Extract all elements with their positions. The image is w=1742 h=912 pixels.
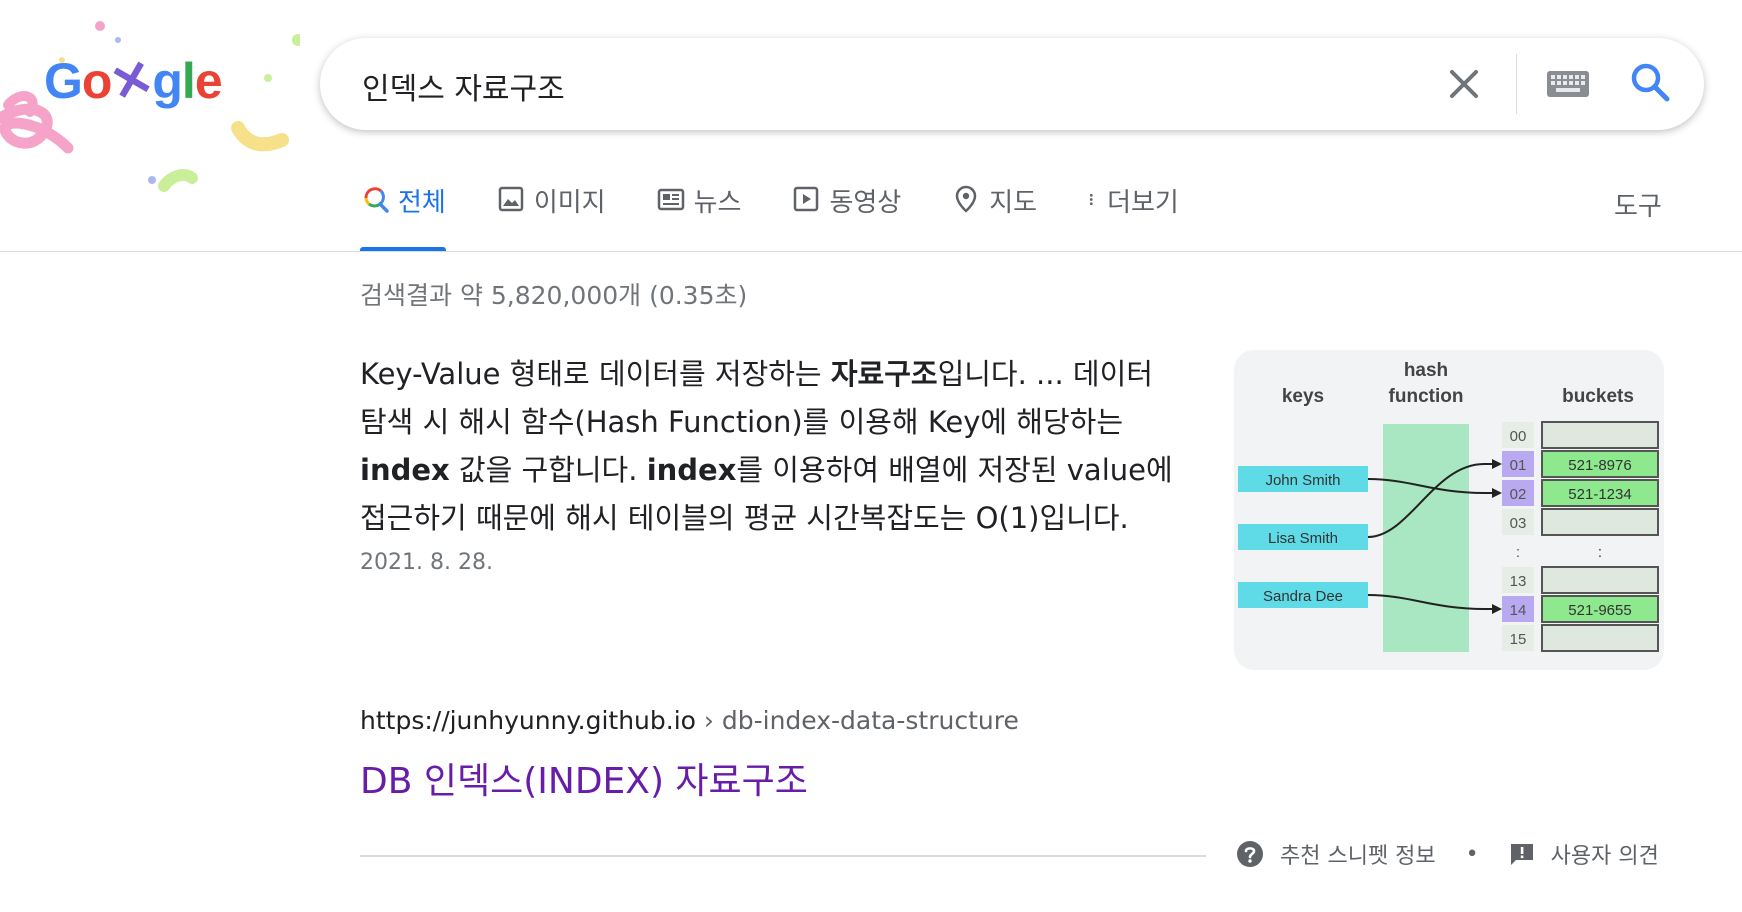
more-vert-icon [1089,193,1093,206]
diagram-key-label: Sandra Dee [1263,588,1343,605]
diagram-key-label: Lisa Smith [1268,530,1338,547]
search-icon [364,187,389,213]
tab-maps[interactable]: 지도 [951,182,1037,252]
google-doodle-logo[interactable]: Go✕gle [0,0,300,210]
snippet-footer: 추천 스니펫 정보 • 사용자 의견 [1236,838,1659,870]
bucket-value-ellipsis: : [1598,544,1602,561]
about-featured-snippets-link[interactable]: 추천 스니펫 정보 [1236,838,1436,870]
search-input[interactable]: 인덱스 자료구조 [362,64,565,108]
search-tabs: 전체 이미지 뉴스 동영상 지도 더보기 [360,182,1229,252]
tab-label: 더보기 [1107,188,1179,218]
tab-label: 전체 [398,188,446,218]
feedback-link[interactable]: 사용자 의견 [1509,838,1659,870]
tools-button[interactable]: 도구 [1614,186,1662,223]
result-stats: 검색결과 약 5,820,000개 (0.35초) [360,281,748,310]
bucket-index: 02 [1510,486,1527,503]
tab-news[interactable]: 뉴스 [656,182,742,252]
snippet-highlight: index [646,453,737,487]
tab-videos[interactable]: 동영상 [791,182,901,252]
diagram-header-buckets: buckets [1562,386,1634,407]
hash-function-column [1383,424,1469,652]
snippet-text: Key-Value 형태로 데이터를 저장하는 [360,357,831,391]
tab-all[interactable]: 전체 [360,182,446,252]
bucket-value: 521-1234 [1568,486,1631,503]
diagram-key-label: John Smith [1265,472,1340,489]
bucket-cell [1541,566,1659,594]
search-divider [1516,54,1517,114]
result-title-link[interactable]: DB 인덱스(INDEX) 자료구조 [360,752,808,804]
bucket-index: 13 [1510,573,1527,590]
diagram-header-hash: hash [1404,360,1448,381]
bucket-value: 521-8976 [1568,457,1631,474]
image-icon [498,186,524,212]
news-icon [657,188,684,211]
snippet-bottom-divider [360,855,1206,857]
bucket-cell [1541,624,1659,652]
diagram-header-function: function [1389,386,1464,407]
diagram-header-keys: keys [1282,386,1324,407]
snippet-date: 2021. 8. 28. [360,550,493,575]
tab-label: 동영상 [829,188,902,218]
hash-table-diagram: keys hash function buckets John Smith Li… [1238,360,1659,652]
bucket-cell [1541,421,1659,449]
about-label: 추천 스니펫 정보 [1280,844,1436,869]
result-url-path: › db-index-data-structure [695,706,1019,735]
tabs-divider [0,251,1742,252]
bucket-index-ellipsis: : [1516,544,1520,561]
snippet-highlight: 자료구조 [830,357,938,391]
map-pin-icon [955,185,977,213]
tab-label: 이미지 [533,188,606,218]
footer-separator: • [1465,841,1479,867]
google-logo-text: Go✕gle [44,48,223,114]
clear-icon[interactable] [1446,66,1482,102]
search-box[interactable]: 인덱스 자료구조 [320,38,1704,130]
feedback-label: 사용자 의견 [1550,844,1659,869]
tab-images[interactable]: 이미지 [496,182,606,252]
tab-label: 지도 [989,188,1038,218]
bucket-index: 03 [1510,515,1527,532]
bucket-index: 15 [1510,631,1527,648]
tab-more[interactable]: 더보기 [1087,182,1179,252]
snippet-text: 값을 구합니다. [449,453,647,487]
bucket-value: 521-9655 [1568,602,1631,619]
bucket-index: 14 [1510,602,1527,619]
hash-table-diagram-image[interactable]: keys hash function buckets John Smith Li… [1234,350,1664,670]
tab-label: 뉴스 [693,188,742,218]
featured-snippet-text: Key-Value 형태로 데이터를 저장하는 자료구조입니다. ... 데이터… [360,350,1180,542]
help-icon [1237,841,1263,867]
search-icon[interactable] [1628,60,1672,104]
snippet-highlight: index [360,453,450,487]
keyboard-icon[interactable] [1546,70,1590,98]
result-url-host: https://junhyunny.github.io [360,706,696,735]
video-icon [794,186,819,212]
bucket-index: 00 [1510,428,1527,445]
bucket-cell [1541,508,1659,536]
feedback-icon [1510,844,1533,865]
result-url-breadcrumb[interactable]: https://junhyunny.github.io › db-index-d… [360,706,1019,735]
bucket-index: 01 [1510,457,1527,474]
